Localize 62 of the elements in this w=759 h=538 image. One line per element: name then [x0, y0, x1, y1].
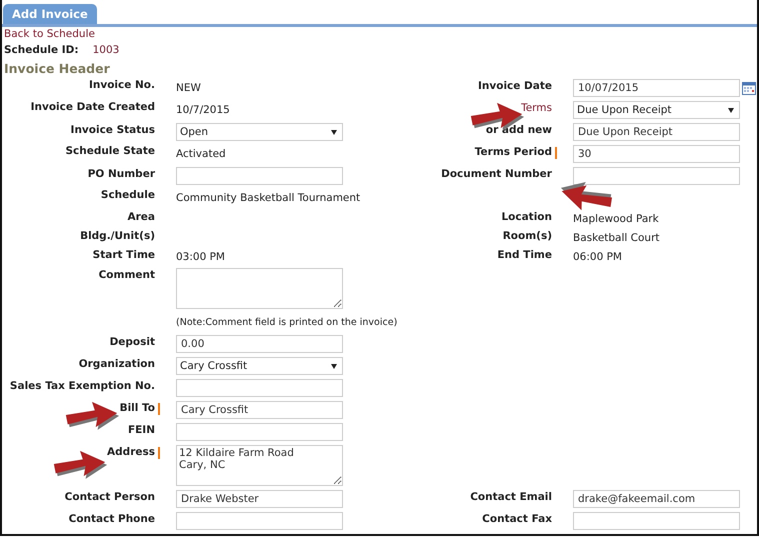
- input-field[interactable]: [176, 423, 343, 441]
- input-field[interactable]: [573, 512, 740, 530]
- field-label: Deposit: [110, 336, 155, 348]
- field-label: Comment: [98, 269, 155, 281]
- field-label: Address: [107, 446, 155, 458]
- caret-icon: [331, 364, 337, 368]
- field-value: 10/7/2015: [176, 104, 230, 116]
- field-value: Activated: [176, 148, 226, 160]
- input-field[interactable]: [573, 167, 740, 185]
- schedule-id-value: 1003: [92, 44, 120, 56]
- field-label: PO Number: [88, 168, 155, 180]
- field-label: Terms Period: [474, 146, 552, 158]
- section-title: Invoice Header: [4, 61, 111, 76]
- field-label: Area: [127, 211, 155, 223]
- field-label: Invoice Date Created: [30, 101, 155, 113]
- field-value: Community Basketball Tournament: [176, 192, 360, 204]
- field-label: Contact Phone: [68, 513, 155, 525]
- input-field[interactable]: [176, 167, 343, 185]
- dropdown[interactable]: Open: [176, 123, 343, 141]
- input-field[interactable]: Cary Crossfit: [176, 401, 343, 419]
- caret-icon: [728, 108, 734, 112]
- field-label: Contact Email: [470, 491, 552, 503]
- text-area[interactable]: 12 Kildaire Farm Road Cary, NC: [176, 445, 343, 486]
- field-label: Document Number: [441, 168, 552, 180]
- field-value: Basketball Court: [573, 232, 660, 244]
- calendar-icon[interactable]: [742, 82, 756, 94]
- field-label: Invoice Status: [70, 124, 155, 136]
- input-field[interactable]: Due Upon Receipt: [573, 123, 740, 141]
- field-label: Organization: [78, 358, 155, 370]
- field-label: FEIN: [128, 424, 155, 436]
- field-label: Schedule State: [65, 145, 155, 157]
- field-label: Sales Tax Exemption No.: [10, 380, 155, 392]
- field-label: Schedule: [100, 189, 155, 201]
- input-field[interactable]: [176, 379, 343, 397]
- input-field[interactable]: [176, 512, 343, 530]
- field-label: Invoice No.: [88, 79, 155, 91]
- input-field[interactable]: Drake Webster: [176, 490, 343, 508]
- field-label: Bldg./Unit(s): [80, 230, 155, 242]
- dropdown[interactable]: Due Upon Receipt: [573, 101, 740, 119]
- field-value: 06:00 PM: [573, 250, 622, 262]
- field-label: Bill To: [120, 402, 155, 414]
- caret-icon: [331, 130, 337, 134]
- input-field[interactable]: 10/07/2015: [573, 79, 740, 97]
- field-label: Start Time: [92, 249, 155, 261]
- back-link[interactable]: Back to Schedule: [4, 28, 95, 40]
- field-label: End Time: [497, 249, 552, 261]
- terms-link[interactable]: Terms: [521, 102, 552, 114]
- input-field[interactable]: 30: [573, 145, 740, 163]
- text-area[interactable]: [176, 268, 343, 309]
- note-text: (Note:Comment field is printed on the invoice): [176, 316, 398, 328]
- field-value: Maplewood Park: [573, 212, 659, 224]
- field-label: Invoice Date: [478, 80, 552, 92]
- input-field[interactable]: drake@fakeemail.com: [573, 490, 740, 508]
- input-field[interactable]: 0.00: [176, 335, 343, 353]
- field-value: NEW: [176, 82, 201, 94]
- field-label: Contact Fax: [482, 513, 552, 525]
- dropdown[interactable]: Cary Crossfit: [176, 357, 343, 375]
- field-value: 03:00 PM: [176, 250, 225, 262]
- field-label: Room(s): [502, 230, 552, 242]
- field-label: Location: [501, 211, 552, 223]
- schedule-id-label: Schedule ID:: [4, 44, 79, 56]
- field-label: Contact Person: [64, 491, 155, 503]
